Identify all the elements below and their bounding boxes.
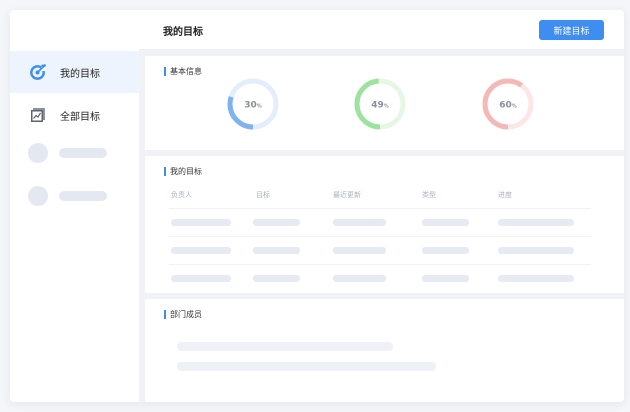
section-title-text: 我的目标 <box>170 167 202 176</box>
gauge-value: 49 <box>371 101 384 111</box>
target-icon <box>30 63 47 80</box>
cell-placeholder <box>422 247 469 254</box>
cell-placeholder <box>253 247 300 254</box>
top-header: 我的目标 新建目标 <box>139 10 624 50</box>
member-placeholder <box>177 362 436 371</box>
page-title: 我的目标 <box>163 27 203 38</box>
svg-text:30%: 30% <box>244 101 262 111</box>
section-title: 基本信息 <box>164 66 202 77</box>
cell-placeholder <box>422 275 469 282</box>
goals-table-card: 我的目标 负责人 目标 最近更新 类型 进度 <box>145 156 624 293</box>
row-divider <box>169 208 591 209</box>
progress-gauge: 60% <box>482 78 534 130</box>
section-title: 部门成员 <box>164 309 202 320</box>
cell-placeholder <box>171 219 231 226</box>
cell-placeholder <box>333 219 386 226</box>
cell-placeholder <box>171 247 231 254</box>
cell-placeholder <box>498 275 574 282</box>
sidebar-item-label: 全部目标 <box>60 111 100 123</box>
progress-gauge: 30% <box>227 78 279 130</box>
section-marker <box>164 310 166 319</box>
sidebar-item-my-goals[interactable]: 我的目标 <box>10 51 139 93</box>
cell-placeholder <box>422 219 469 226</box>
member-placeholder <box>177 342 393 351</box>
svg-text:60%: 60% <box>499 101 517 111</box>
gauge-unit: % <box>384 104 389 110</box>
progress-gauge: 49% <box>354 78 406 130</box>
row-divider <box>169 236 591 237</box>
app-window: 我的目标 全部目标 我的目标 新建目标 基本信息 30% 49% 60% 我的目… <box>10 10 624 402</box>
row-divider <box>169 264 591 265</box>
section-marker <box>164 67 166 76</box>
section-marker <box>164 167 166 176</box>
section-title-text: 基本信息 <box>170 67 202 76</box>
column-header-type[interactable]: 类型 <box>422 190 436 200</box>
sidebar-placeholder-item <box>28 143 107 163</box>
cell-placeholder <box>171 275 231 282</box>
new-goal-button[interactable]: 新建目标 <box>539 20 604 40</box>
gauge-value: 30 <box>244 101 257 111</box>
sidebar: 我的目标 全部目标 <box>10 10 139 402</box>
svg-text:49%: 49% <box>371 101 389 111</box>
section-title-text: 部门成员 <box>170 310 202 319</box>
cell-placeholder <box>498 219 574 226</box>
cell-placeholder <box>253 275 300 282</box>
text-placeholder <box>59 191 107 201</box>
column-header-owner[interactable]: 负责人 <box>171 190 192 200</box>
sidebar-placeholder-item <box>28 186 107 206</box>
column-header-last-updated[interactable]: 最近更新 <box>333 190 361 200</box>
cell-placeholder <box>333 275 386 282</box>
text-placeholder <box>59 148 107 158</box>
gauge-unit: % <box>257 104 262 110</box>
chart-board-icon <box>30 107 46 123</box>
cell-placeholder <box>498 247 574 254</box>
basic-info-card: 基本信息 30% 49% 60% <box>145 56 624 150</box>
avatar-placeholder <box>28 143 48 163</box>
sidebar-item-label: 我的目标 <box>60 68 100 80</box>
cell-placeholder <box>333 247 386 254</box>
section-title: 我的目标 <box>164 166 202 177</box>
gauge-value: 60 <box>499 101 512 111</box>
cell-placeholder <box>253 219 300 226</box>
column-header-goal[interactable]: 目标 <box>256 190 270 200</box>
gauge-unit: % <box>512 104 517 110</box>
column-header-progress[interactable]: 进度 <box>498 190 512 200</box>
members-card: 部门成员 <box>145 299 624 402</box>
avatar-placeholder <box>28 186 48 206</box>
sidebar-item-all-goals[interactable]: 全部目标 <box>10 94 139 136</box>
